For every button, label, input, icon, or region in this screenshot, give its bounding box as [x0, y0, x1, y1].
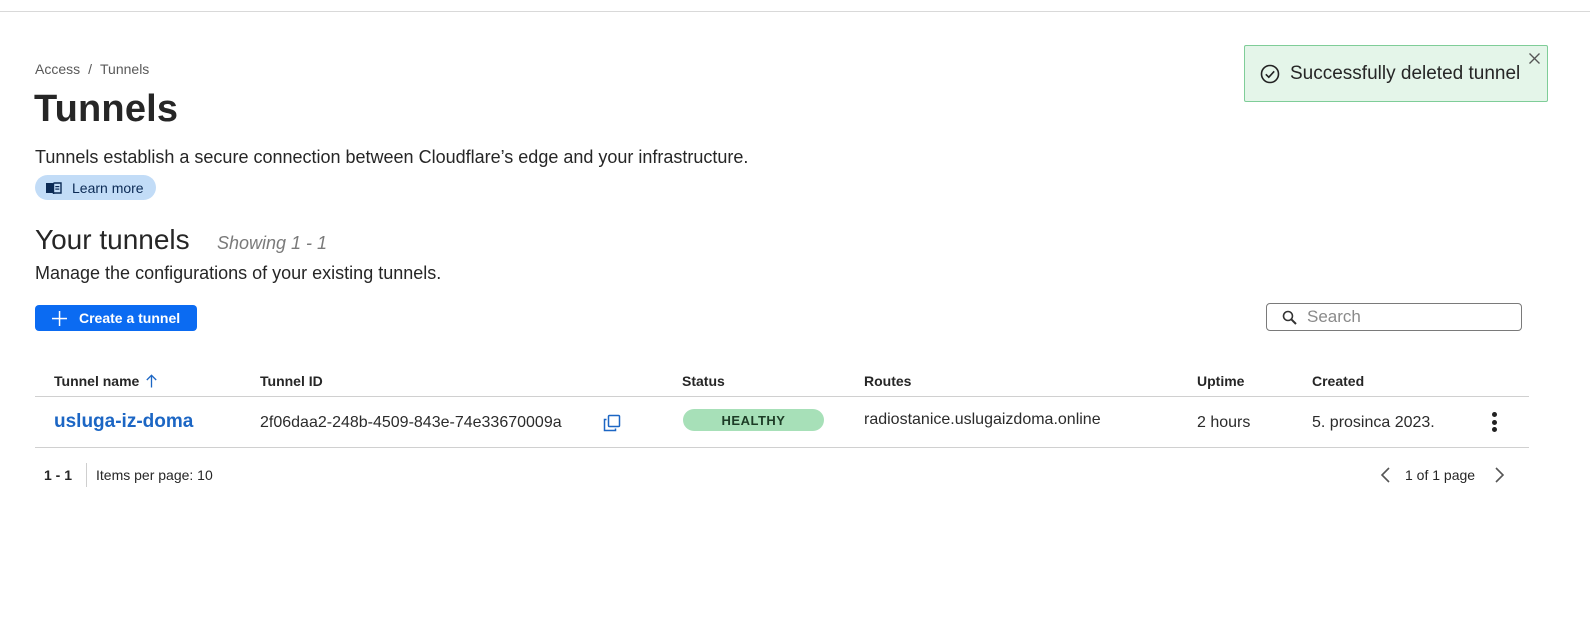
learn-more-button[interactable]: Learn more [35, 175, 156, 200]
sort-ascending-icon [146, 374, 157, 388]
page-description: Tunnels establish a secure connection be… [35, 147, 749, 167]
breadcrumb-separator: / [88, 61, 93, 77]
page-indicator: 1 of 1 page [1405, 467, 1476, 483]
row-actions-menu[interactable] [1485, 409, 1503, 435]
column-header-routes[interactable]: Routes [864, 373, 911, 389]
tunnel-routes: radiostanice.uslugaizdoma.online [864, 411, 1101, 428]
check-circle-icon [1260, 64, 1280, 83]
copy-icon[interactable] [603, 414, 621, 432]
top-divider [0, 11, 1590, 12]
learn-more-label: Learn more [72, 179, 144, 196]
plus-icon [52, 310, 67, 326]
column-header-created[interactable]: Created [1312, 373, 1364, 389]
chevron-right-icon[interactable] [1491, 465, 1507, 485]
tunnel-id: 2f06daa2-248b-4509-843e-74e33670009a [260, 414, 562, 431]
section-title: Your tunnels [35, 224, 190, 255]
toast-message: Successfully deleted tunnel [1290, 62, 1521, 84]
pagination: 1 - 1 Items per page: 10 1 of 1 page [35, 461, 1529, 489]
tunnel-name-link[interactable]: usluga-iz-doma [54, 411, 193, 433]
search-icon [1282, 310, 1297, 325]
breadcrumb: Access / Tunnels [35, 61, 149, 77]
pagination-range: 1 - 1 [44, 467, 73, 483]
column-header-tunnel-name[interactable]: Tunnel name [54, 373, 158, 389]
create-tunnel-label: Create a tunnel [79, 310, 181, 326]
page-title: Tunnels [34, 88, 179, 130]
column-header-uptime[interactable]: Uptime [1197, 373, 1244, 389]
search-box [1266, 303, 1522, 331]
pagination-divider [86, 463, 87, 487]
column-header-tunnel-id[interactable]: Tunnel ID [260, 373, 323, 389]
status-badge: HEALTHY [683, 409, 824, 431]
close-icon[interactable] [1528, 52, 1541, 65]
book-icon [46, 181, 62, 194]
breadcrumb-item-access[interactable]: Access [35, 61, 80, 77]
kebab-dot [1491, 427, 1497, 432]
create-tunnel-button[interactable]: Create a tunnel [35, 305, 197, 331]
chevron-left-icon[interactable] [1378, 465, 1394, 485]
search-input[interactable] [1307, 307, 1507, 327]
kebab-dot [1491, 412, 1497, 417]
column-header-label: Tunnel name [54, 373, 140, 389]
table-row: usluga-iz-doma 2f06daa2-248b-4509-843e-7… [35, 397, 1529, 448]
success-toast: Successfully deleted tunnel [1244, 45, 1548, 102]
tunnel-created: 5. prosinca 2023. [1312, 414, 1435, 431]
tunnel-uptime: 2 hours [1197, 414, 1251, 431]
breadcrumb-item-tunnels: Tunnels [100, 61, 150, 77]
items-per-page[interactable]: Items per page: 10 [96, 467, 213, 483]
table-header: Tunnel name Tunnel ID Status Routes Upti… [35, 364, 1529, 397]
results-count: Showing 1 - 1 [217, 233, 328, 253]
column-header-status[interactable]: Status [682, 373, 725, 389]
kebab-dot [1491, 419, 1497, 425]
section-description: Manage the configurations of your existi… [35, 263, 442, 283]
tunnels-table: Tunnel name Tunnel ID Status Routes Upti… [35, 364, 1529, 448]
